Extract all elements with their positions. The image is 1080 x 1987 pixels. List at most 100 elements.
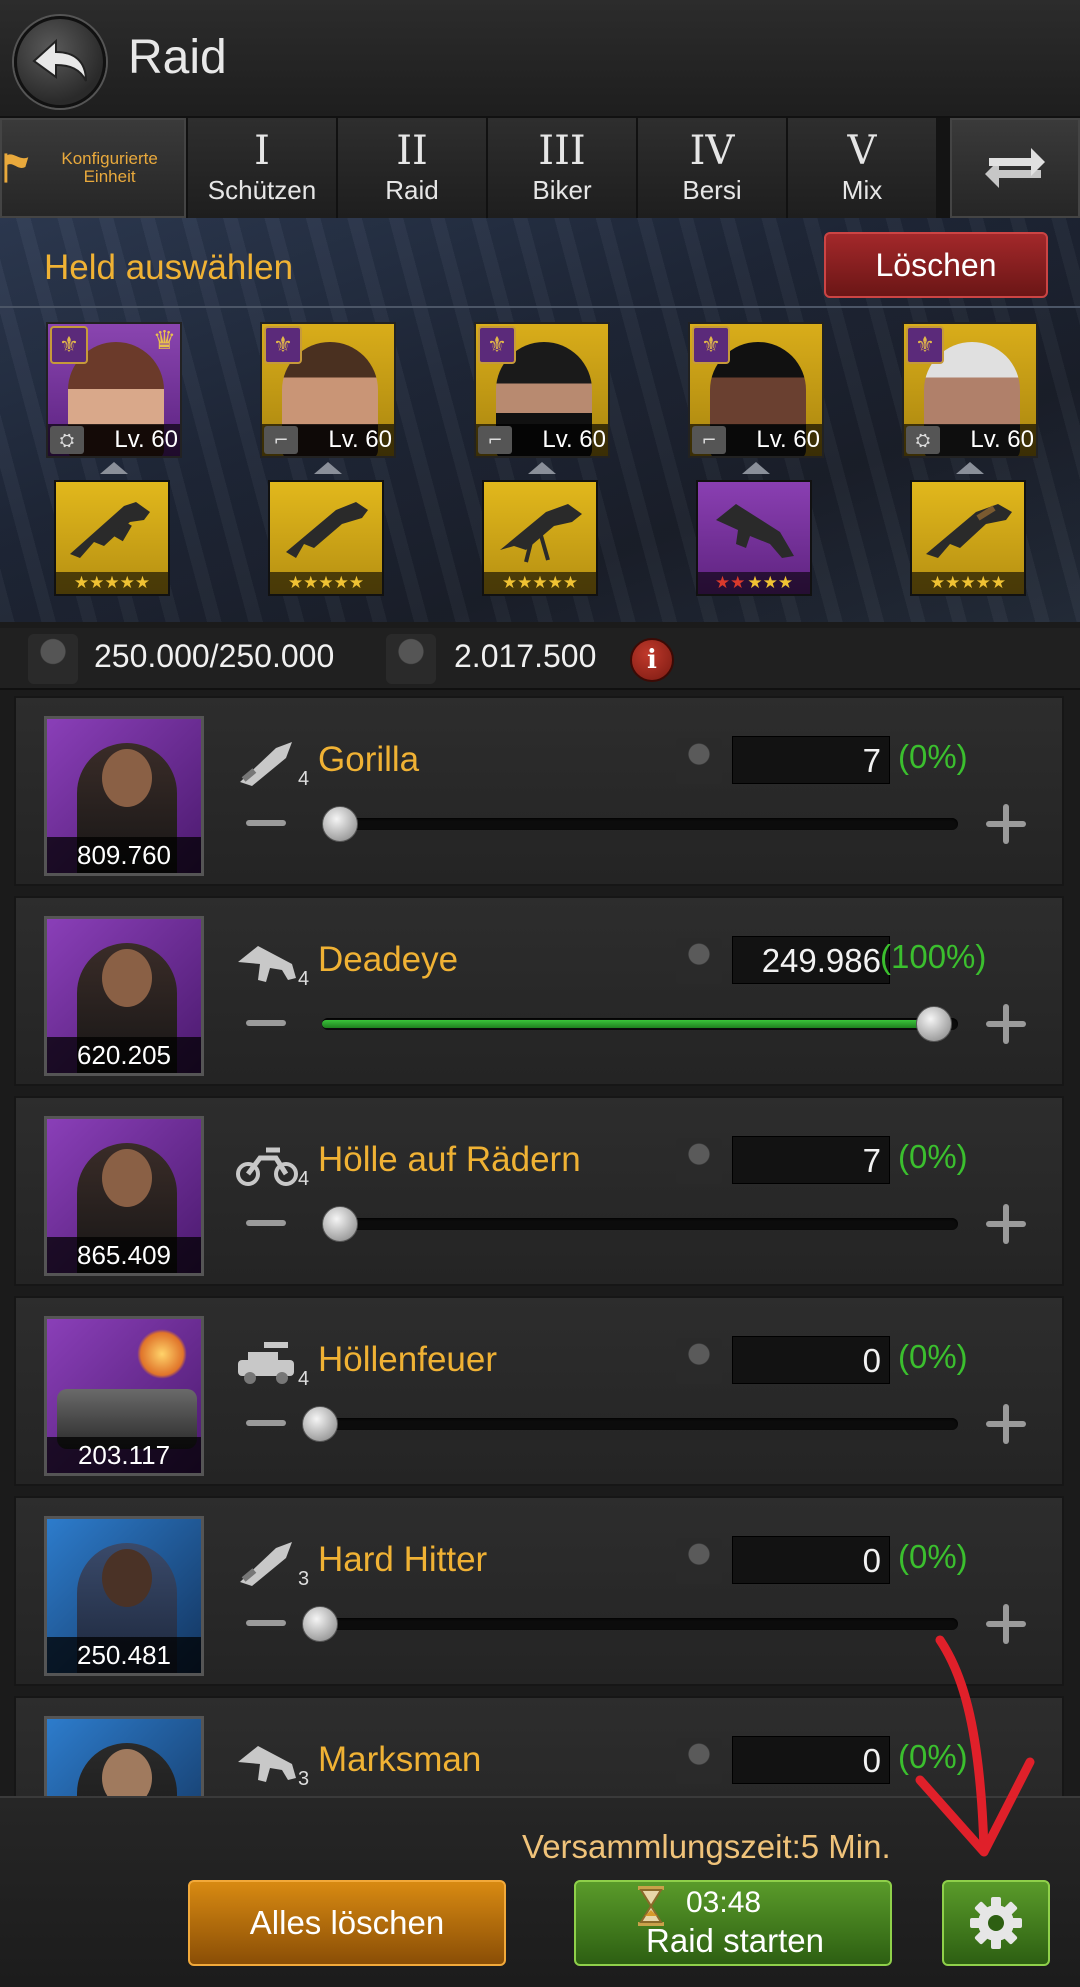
rank-badge-icon: ⚜: [692, 326, 730, 364]
link-arrow-icon: [742, 462, 770, 474]
decrease-button[interactable]: [246, 1620, 286, 1626]
link-arrow-icon: [100, 462, 128, 474]
weapon-slot-4[interactable]: ★★ ★★★: [696, 480, 812, 596]
link-arrow-icon: [528, 462, 556, 474]
troop-capacity-value: 250.000/250.000: [94, 638, 335, 674]
stats-bar: 250.000/250.000 2.017.500: [0, 628, 1080, 690]
unit-count-input[interactable]: 0: [732, 1536, 890, 1584]
page-title: Raid: [128, 31, 227, 84]
increase-button[interactable]: [986, 1404, 1026, 1444]
hero-slot-5[interactable]: ⚜ Lv. 60 ⛭: [902, 322, 1038, 458]
unit-name: Deadeye: [318, 940, 459, 979]
rank-badge-icon: ⚜: [478, 326, 516, 364]
tab-bersi[interactable]: IV Bersi: [636, 118, 786, 218]
unit-portrait: 203.117: [44, 1316, 204, 1476]
slider-knob[interactable]: [916, 1006, 952, 1042]
unit-face: [102, 1149, 152, 1207]
unit-row-deadeye: 620.205 4 Deadeye 249.986 (100%): [14, 896, 1064, 1086]
tab-mix[interactable]: V Mix: [786, 118, 936, 218]
unit-portrait: 809.760: [44, 716, 204, 876]
increase-button[interactable]: [986, 1004, 1026, 1044]
gun-type-icon: ⌐: [478, 426, 512, 454]
troop-power-value: 2.017.500: [454, 638, 597, 674]
increase-button[interactable]: [986, 1204, 1026, 1244]
unit-power: 809.760: [47, 837, 201, 873]
annotation-arrow-icon: [915, 1635, 1035, 1857]
unit-tier: 3: [298, 1568, 310, 1590]
troop-icon: [676, 1138, 722, 1184]
troop-icon: [676, 738, 722, 784]
tab-label: Schützen: [207, 174, 317, 205]
unit-name: Gorilla: [318, 740, 420, 779]
clear-all-button[interactable]: Alles löschen: [188, 1880, 506, 1966]
unit-portrait: 865.409: [44, 1116, 204, 1276]
unit-count-input[interactable]: 0: [732, 1736, 890, 1784]
unit-tier: 4: [298, 968, 310, 990]
hero-slot-4[interactable]: ⚜ Lv. 60 ⌐: [688, 322, 824, 458]
unit-slider[interactable]: [302, 1606, 958, 1642]
rank-badge-icon: ⚜: [50, 326, 88, 364]
unit-face: [102, 749, 152, 807]
unit-count-input[interactable]: 7: [732, 1136, 890, 1184]
back-button[interactable]: [14, 16, 106, 108]
start-raid-button[interactable]: 03:48 Raid starten: [574, 1880, 892, 1966]
unit-slider[interactable]: [302, 1406, 958, 1442]
tab-label: Biker: [532, 174, 592, 205]
settings-button[interactable]: [942, 1880, 1050, 1966]
tab-raid[interactable]: II Raid: [336, 118, 486, 218]
info-icon[interactable]: i: [630, 638, 674, 682]
decrease-button[interactable]: [246, 1220, 286, 1226]
decrease-button[interactable]: [246, 820, 286, 826]
tab-configured-unit[interactable]: Konfigurierte Einheit: [0, 118, 186, 218]
unit-row-hoellenfeuer: 203.117 4 Höllenfeuer 0 (0%): [14, 1296, 1064, 1486]
weapon-slot-5[interactable]: ★★★★★: [910, 480, 1026, 596]
troop-power-icon: [386, 634, 436, 684]
unit-name: Hölle auf Rädern: [318, 1140, 581, 1179]
hero-slot-2[interactable]: ⚜ Lv. 60 ⌐: [260, 322, 396, 458]
slider-knob[interactable]: [322, 806, 358, 842]
unit-tier: 4: [298, 768, 310, 790]
hero-selection-panel: Held auswählen Löschen ⚜ ♛ Lv. 60 ⛭ ⚜ Lv…: [0, 218, 1080, 622]
unit-slider[interactable]: [322, 806, 958, 842]
unit-percentage: (0%): [898, 1138, 968, 1175]
unit-percentage: (0%): [898, 738, 968, 775]
increase-button[interactable]: [986, 804, 1026, 844]
weapon-stars: ★★★★★: [56, 572, 168, 594]
unit-count-input[interactable]: 7: [732, 736, 890, 784]
unit-count-input[interactable]: 249.986: [732, 936, 890, 984]
unit-power: 620.205: [47, 1037, 201, 1073]
rifle-icon: [926, 504, 1012, 558]
rank-badge-icon: ⚜: [264, 326, 302, 364]
slider-knob[interactable]: [302, 1406, 338, 1442]
tab-schuetzen[interactable]: I Schützen: [186, 118, 336, 218]
tab-number: II: [396, 127, 428, 174]
weapon-slot-1[interactable]: ★★★★★: [54, 480, 170, 596]
slider-knob[interactable]: [322, 1206, 358, 1242]
unit-name: Marksman: [318, 1740, 482, 1779]
unit-face: [102, 949, 152, 1007]
clear-heroes-button[interactable]: Löschen: [824, 232, 1048, 298]
decrease-button[interactable]: [246, 1420, 286, 1426]
start-raid-label: Raid starten: [646, 1922, 824, 1959]
weapon-slot-2[interactable]: ★★★★★: [268, 480, 384, 596]
hero-slot-1[interactable]: ⚜ ♛ Lv. 60 ⛭: [46, 322, 182, 458]
unit-name: Höllenfeuer: [318, 1340, 497, 1379]
unit-portrait: 620.205: [44, 916, 204, 1076]
hero-slot-3[interactable]: ⚜ Lv. 60 ⌐: [474, 322, 610, 458]
unit-slider[interactable]: [322, 1206, 958, 1242]
swap-button[interactable]: [950, 118, 1080, 218]
unit-power: 203.117: [47, 1437, 201, 1473]
tab-label: Mix: [841, 174, 883, 205]
header-bar: Raid: [0, 0, 1080, 118]
weapon-row: ★★★★★ ★★★★★ ★★★★★ ★★ ★★★ ★★★★★: [0, 480, 1080, 600]
gun-type-icon: ⌐: [692, 426, 726, 454]
unit-slider[interactable]: [322, 1006, 958, 1042]
decrease-button[interactable]: [246, 1020, 286, 1026]
formation-tabs: Konfigurierte Einheit I Schützen II Raid…: [0, 118, 1080, 218]
weapon-slot-3[interactable]: ★★★★★: [482, 480, 598, 596]
slider-knob[interactable]: [302, 1606, 338, 1642]
rifle-icon: [70, 502, 150, 558]
tab-biker[interactable]: III Biker: [486, 118, 636, 218]
link-arrow-icon: [956, 462, 984, 474]
unit-count-input[interactable]: 0: [732, 1336, 890, 1384]
